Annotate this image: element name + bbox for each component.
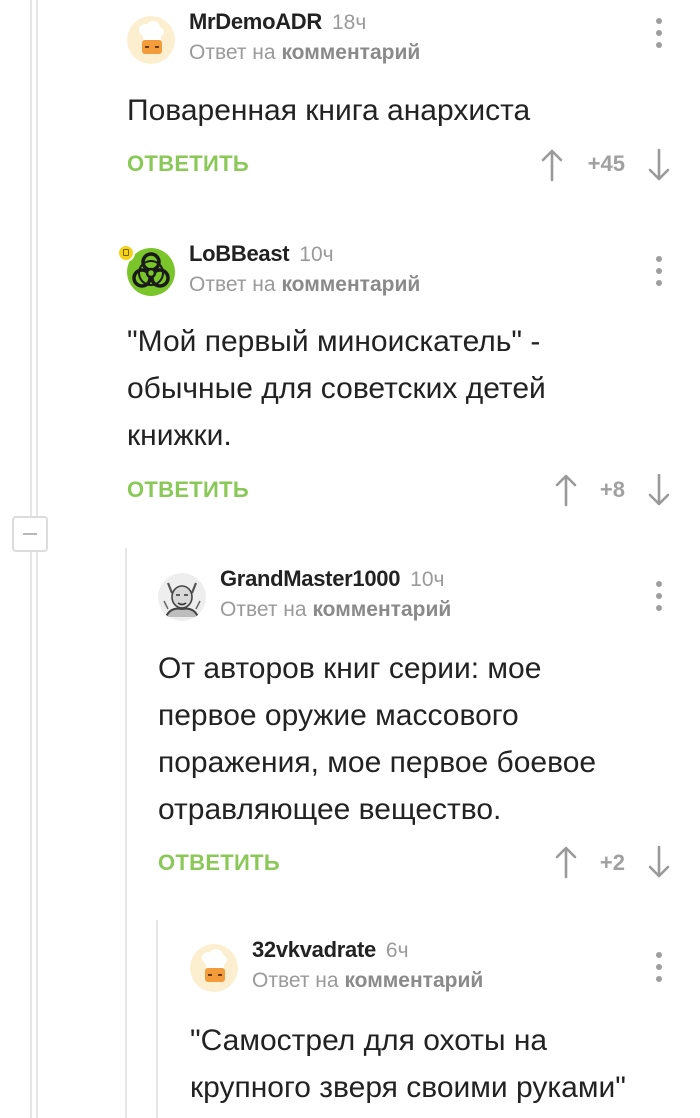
author-name[interactable]: 32vkvadrate [252, 937, 376, 962]
arrow-up-icon[interactable] [540, 148, 564, 182]
comment-text-line: поражения, мое первое боевое [158, 746, 597, 779]
arrow-down-icon[interactable] [647, 148, 671, 182]
comment-author[interactable]: LoBBeast 10ч [189, 241, 334, 267]
comment-time: 18ч [331, 11, 367, 34]
reply-button[interactable]: ОТВЕТИТЬ [127, 151, 249, 177]
comment-text-line: обычные для советских детей [127, 372, 546, 405]
reply-to-link[interactable]: комментарий [312, 598, 451, 621]
thread-line-level-0 [30, 0, 32, 1118]
reply-to-prefix: Ответ на [220, 598, 307, 621]
reply-to-line: Ответ на комментарий [220, 598, 451, 622]
reply-to-line: Ответ на комментарий [252, 969, 483, 993]
comment-item: LoBBeast 10ч Ответ на комментарий "Мой пе… [117, 241, 687, 522]
author-name[interactable]: LoBBeast [189, 241, 290, 266]
more-menu-icon[interactable] [653, 952, 665, 986]
reply-button[interactable]: ОТВЕТИТЬ [127, 477, 249, 503]
comment-text-line: крупного зверя своими руками" [190, 1071, 626, 1104]
comment-text: От авторов книг серии: мое первое оружие… [158, 645, 596, 833]
vote-score: +8 [599, 477, 625, 502]
comment-text-line: отравляющее вещество. [158, 793, 502, 826]
comment-text-line: первое оружие массового [158, 699, 519, 732]
comment-text-line: "Самострел для охоты на [190, 1024, 548, 1057]
comment-time: 10ч [299, 243, 334, 266]
comment-text: "Мой первый миноискатель" - обычные для … [127, 318, 546, 459]
comment-text-line: Поваренная книга анархиста [127, 94, 531, 127]
comment-author[interactable]: 32vkvadrate 6ч [252, 937, 409, 963]
vote-score: +45 [587, 151, 625, 176]
comment-time: 10ч [410, 568, 445, 591]
author-name[interactable]: GrandMaster1000 [220, 566, 400, 591]
reply-to-prefix: Ответ на [189, 41, 276, 64]
thread-line-level-2 [156, 920, 158, 1118]
reply-to-link[interactable]: комментарий [344, 969, 483, 992]
avatar[interactable] [190, 944, 238, 992]
collapse-thread-button[interactable] [12, 516, 48, 552]
comment-text-line: От авторов книг серии: мое [158, 652, 542, 685]
sketch-portrait-icon [158, 573, 206, 621]
arrow-down-icon[interactable] [647, 473, 671, 507]
avatar[interactable] [158, 573, 206, 621]
reply-button[interactable]: ОТВЕТИТЬ [158, 850, 280, 876]
comment-author[interactable]: GrandMaster1000 10ч [220, 566, 444, 592]
more-menu-icon[interactable] [653, 581, 665, 615]
chef-icon [127, 16, 175, 64]
vote-score: +2 [599, 850, 625, 875]
reply-to-link[interactable]: комментарий [281, 41, 420, 64]
reply-to-link[interactable]: комментарий [281, 273, 420, 296]
reply-to-prefix: Ответ на [252, 969, 339, 992]
comment-author[interactable]: MrDemoADR 18ч [189, 9, 366, 35]
comment-text: Поваренная книга анархиста [127, 87, 530, 134]
reply-to-line: Ответ на комментарий [189, 273, 420, 297]
comment-item: MrDemoADR 18ч Ответ на комментарий Поваре… [127, 9, 687, 190]
minus-icon [23, 533, 37, 535]
avatar[interactable] [117, 244, 175, 296]
thread-line-level-1 [125, 548, 127, 1118]
more-menu-icon[interactable] [653, 18, 665, 52]
comment-text-line: "Мой первый миноискатель" - [127, 325, 541, 358]
avatar[interactable] [127, 16, 175, 64]
more-menu-icon[interactable] [653, 256, 665, 290]
comment-item: 32vkvadrate 6ч Ответ на комментарий "Само… [190, 937, 690, 1118]
reply-to-prefix: Ответ на [189, 273, 276, 296]
comment-text: "Самострел для охоты на крупного зверя с… [190, 1017, 626, 1111]
reply-to-line: Ответ на комментарий [189, 41, 420, 65]
arrow-down-icon[interactable] [647, 845, 671, 879]
chef-icon [190, 944, 238, 992]
comment-text-line: книжки. [127, 419, 232, 452]
author-name[interactable]: MrDemoADR [189, 9, 322, 34]
thread-line-level-0b [36, 0, 38, 1118]
comment-item: GrandMaster1000 10ч Ответ на комментарий … [158, 566, 688, 897]
comment-time: 6ч [385, 939, 409, 962]
moderator-badge [117, 244, 135, 262]
